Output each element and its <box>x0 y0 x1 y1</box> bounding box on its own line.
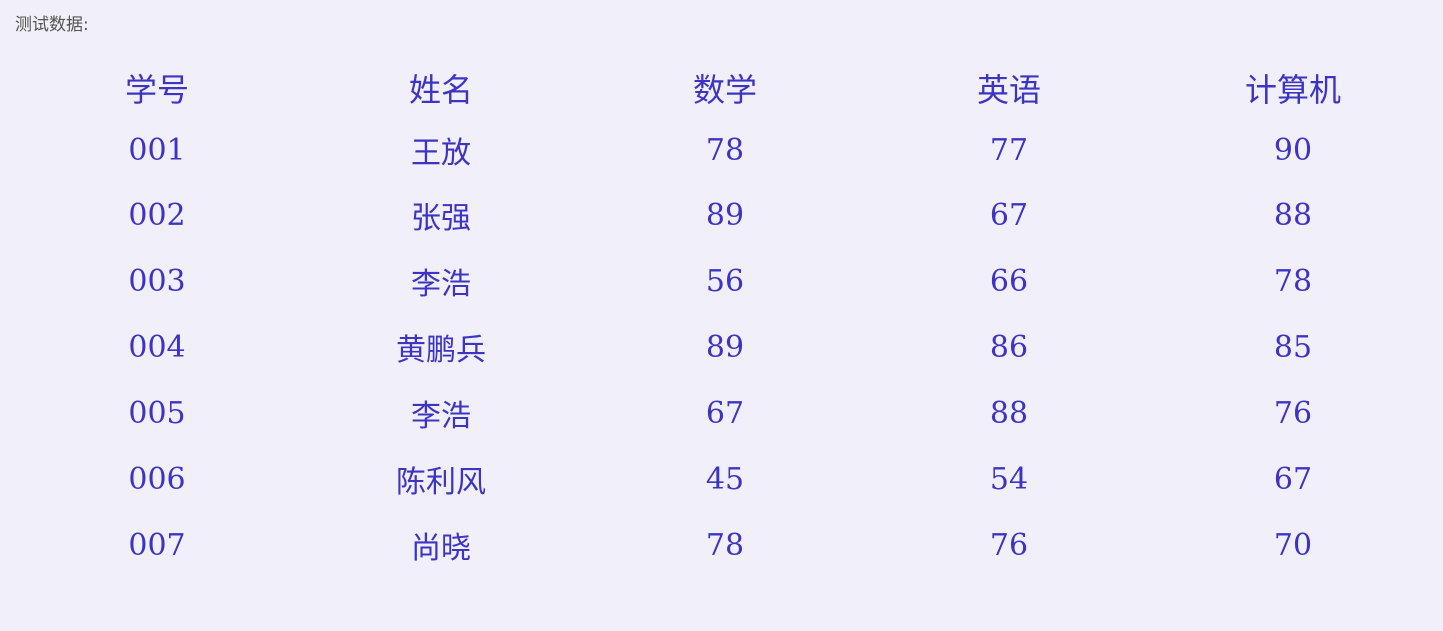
cell-math: 56 <box>705 263 745 299</box>
cell-english: 67 <box>989 197 1029 233</box>
cell-name: 王放 <box>411 136 471 171</box>
score-table: 学号 姓名 数学 英语 计算机 001 王放 78 77 90 002 张强 8… <box>15 58 1435 578</box>
header-computer: 计算机 <box>1244 71 1341 109</box>
header-english: 英语 <box>976 71 1041 109</box>
header-student-id: 学号 <box>124 71 189 109</box>
table-row: 006 陈利风 45 54 67 <box>15 446 1435 512</box>
cell-computer: 78 <box>1273 263 1313 299</box>
header-math: 数学 <box>692 71 757 109</box>
cell-student-id: 007 <box>128 527 186 563</box>
cell-computer: 88 <box>1273 197 1313 233</box>
table-row: 002 张强 89 67 88 <box>15 182 1435 248</box>
cell-name: 李浩 <box>411 399 471 434</box>
cell-math: 78 <box>705 527 745 563</box>
cell-english: 77 <box>989 132 1029 168</box>
cell-math: 67 <box>705 395 745 431</box>
table-row: 003 李浩 56 66 78 <box>15 248 1435 314</box>
cell-name: 尚晓 <box>411 531 471 566</box>
score-table-header: 学号 姓名 数学 英语 计算机 <box>15 58 1435 118</box>
table-row: 004 黄鹏兵 89 86 85 <box>15 314 1435 380</box>
cell-student-id: 006 <box>128 461 186 497</box>
table-row: 001 王放 78 77 90 <box>15 118 1435 182</box>
test-data-label: 测试数据: <box>15 15 89 35</box>
score-table-body: 001 王放 78 77 90 002 张强 89 67 88 003 李浩 5… <box>15 118 1435 578</box>
header-name: 姓名 <box>408 71 473 109</box>
cell-computer: 76 <box>1273 395 1313 431</box>
cell-computer: 85 <box>1273 329 1313 365</box>
cell-student-id: 004 <box>128 329 186 365</box>
cell-name: 李浩 <box>411 267 471 302</box>
cell-student-id: 003 <box>128 263 186 299</box>
cell-name: 陈利风 <box>396 465 486 500</box>
table-row: 007 尚晓 78 76 70 <box>15 512 1435 578</box>
cell-english: 66 <box>989 263 1029 299</box>
cell-math: 89 <box>705 197 745 233</box>
cell-computer: 90 <box>1273 132 1313 168</box>
cell-math: 45 <box>705 461 745 497</box>
header-row: 学号 姓名 数学 英语 计算机 <box>15 58 1435 118</box>
cell-name: 张强 <box>411 201 471 236</box>
cell-student-id: 002 <box>128 197 186 233</box>
cell-english: 88 <box>989 395 1029 431</box>
cell-math: 78 <box>705 132 745 168</box>
cell-english: 86 <box>989 329 1029 365</box>
table-row: 005 李浩 67 88 76 <box>15 380 1435 446</box>
cell-computer: 67 <box>1273 461 1313 497</box>
cell-math: 89 <box>705 329 745 365</box>
cell-english: 54 <box>989 461 1029 497</box>
cell-student-id: 005 <box>128 395 186 431</box>
cell-name: 黄鹏兵 <box>396 333 486 368</box>
cell-english: 76 <box>989 527 1029 563</box>
cell-student-id: 001 <box>128 132 186 168</box>
cell-computer: 70 <box>1273 527 1313 563</box>
